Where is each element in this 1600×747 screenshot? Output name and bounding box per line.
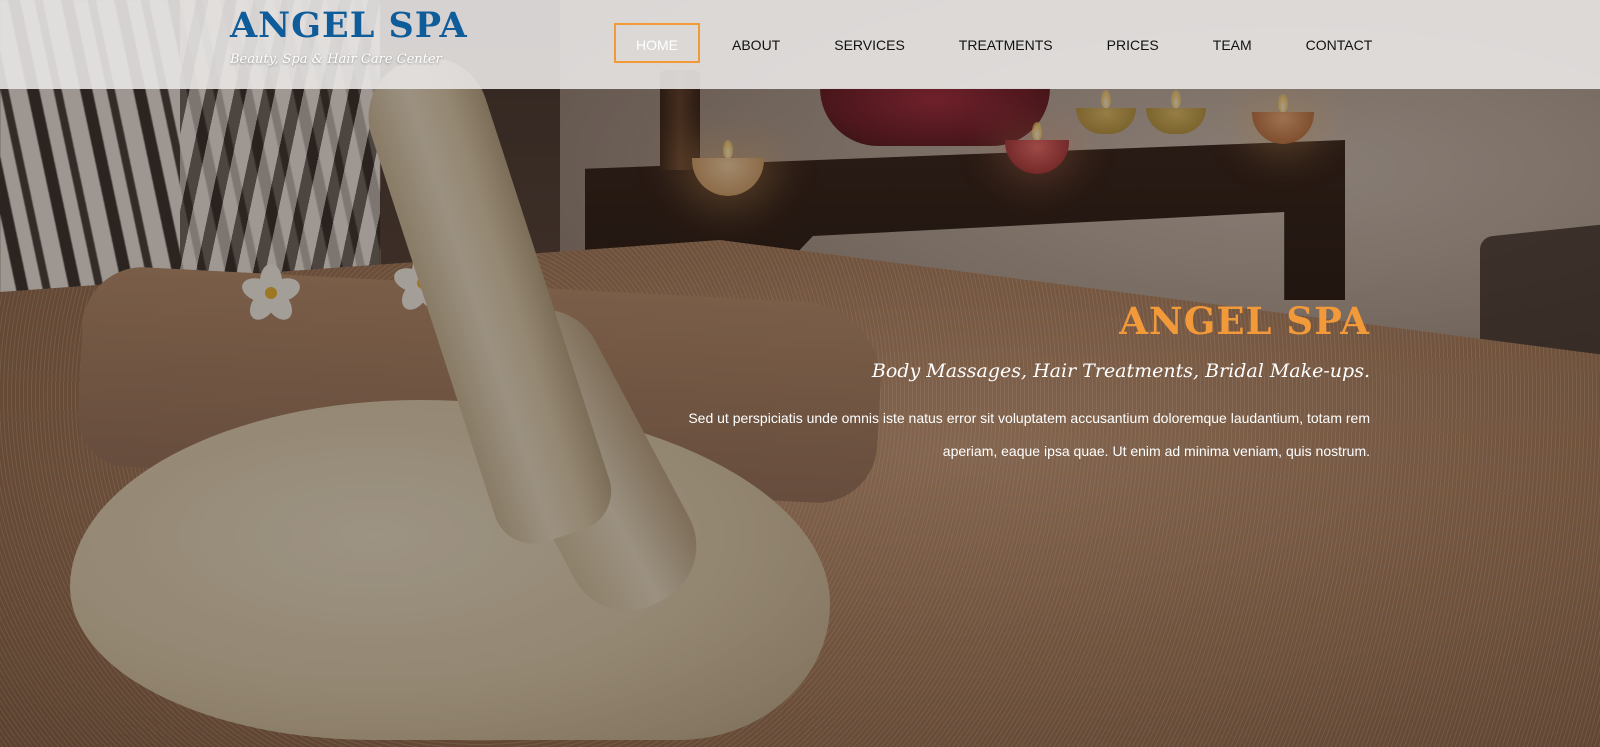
nav-home[interactable]: HOME <box>614 23 700 63</box>
nav-contact[interactable]: CONTACT <box>1284 23 1395 63</box>
main-nav: HOME ABOUT SERVICES TREATMENTS PRICES TE… <box>614 23 1404 63</box>
logo-subtitle: Beauty, Spa & Hair Care Center <box>230 52 442 67</box>
hero-section: ANGEL SPA Body Massages, Hair Treatments… <box>670 296 1370 468</box>
hero-description: Sed ut perspiciatis unde omnis iste natu… <box>688 410 1370 459</box>
hero-tagline: Body Massages, Hair Treatments, Bridal M… <box>871 360 1370 382</box>
nav-prices[interactable]: PRICES <box>1085 23 1181 63</box>
nav-team[interactable]: TEAM <box>1191 23 1274 63</box>
logo-title[interactable]: ANGEL SPA <box>230 4 468 48</box>
hero-title: ANGEL SPA <box>1119 299 1370 343</box>
site-header: ANGEL SPA Beauty, Spa & Hair Care Center… <box>0 0 1600 89</box>
brand-logo[interactable]: ANGEL SPA Beauty, Spa & Hair Care Center <box>230 4 468 67</box>
nav-treatments[interactable]: TREATMENTS <box>937 23 1075 63</box>
nav-about[interactable]: ABOUT <box>710 23 802 63</box>
nav-services[interactable]: SERVICES <box>812 23 927 63</box>
